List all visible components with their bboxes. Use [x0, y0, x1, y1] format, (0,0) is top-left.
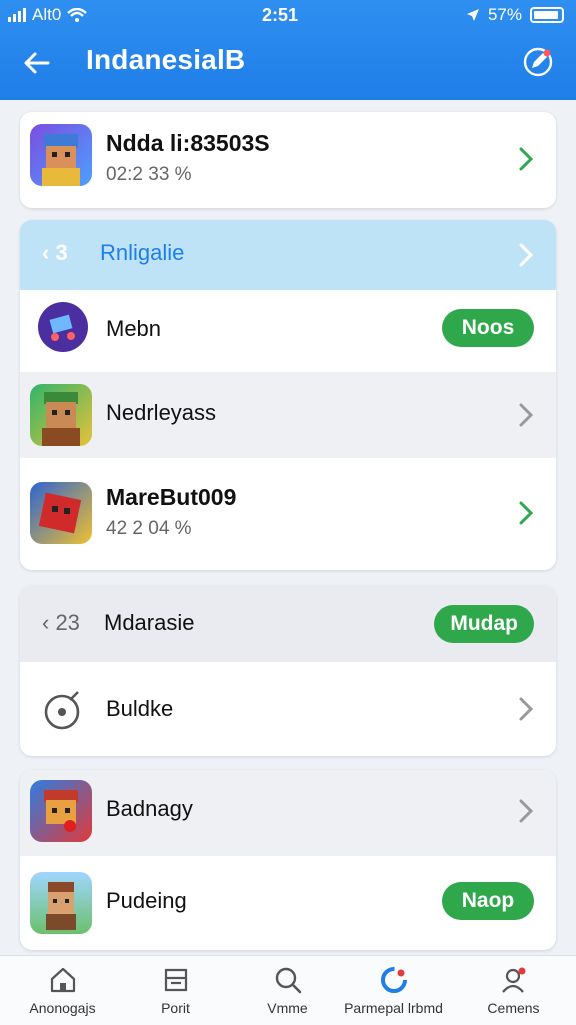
game-avatar-icon [30, 872, 92, 934]
section-title: Rnligalie [100, 240, 185, 265]
signal-icon [8, 8, 26, 22]
battery-icon [530, 7, 564, 23]
chevron-right-icon [519, 501, 534, 525]
section-header[interactable]: ‹ 23 Mdarasie Mudap [20, 586, 556, 662]
list-item[interactable]: MareBut009 42 2 04 % [20, 458, 556, 570]
list-item[interactable]: Badnagy [20, 770, 556, 856]
nav-item-people[interactable]: Cemens [456, 956, 571, 1025]
nav-label: Vmme [267, 1000, 308, 1016]
nav-item-inbox[interactable]: Porit [118, 956, 233, 1025]
cart-icon [38, 302, 88, 352]
list-item[interactable]: Pudeing Naop [20, 856, 556, 950]
chevron-right-icon [519, 243, 534, 267]
status-bar: Alt0 2:51 57% [0, 0, 576, 32]
nav-label: Cemens [487, 1000, 540, 1016]
nav-label: Parmepal lrbmd [344, 1000, 443, 1016]
item-title: Nedrleyass [106, 400, 217, 425]
game-avatar-icon [30, 124, 92, 186]
status-time: 2:51 [262, 5, 299, 25]
nav-item-home[interactable]: Anonogajs [5, 956, 120, 1025]
section-prefix: ‹ 3 [42, 240, 68, 265]
list-item[interactable]: Nedrleyass [20, 372, 556, 458]
item-title: Buldke [106, 696, 174, 721]
people-icon [502, 967, 526, 993]
group-card: ‹ 23 Mdarasie Mudap Buldke [20, 586, 556, 756]
nav-item-active[interactable]: Parmepal lrbmd [336, 956, 451, 1025]
page-title: IndanesialB [86, 44, 246, 75]
chevron-right-icon [519, 147, 534, 171]
action-button[interactable]: Noos [442, 309, 534, 347]
item-title: Ndda li:83503S [106, 130, 270, 156]
carrier-text: Alt0 [32, 5, 62, 24]
nav-label: Anonogajs [29, 1000, 96, 1016]
action-button[interactable]: Mudap [434, 605, 534, 643]
list-item[interactable]: Buldke [20, 662, 556, 756]
back-arrow-icon[interactable] [22, 48, 52, 78]
edit-icon[interactable] [522, 46, 554, 78]
status-left: Alt0 [8, 5, 88, 25]
game-avatar-icon [30, 384, 92, 446]
featured-card[interactable]: Ndda li:83503S 02:2 33 % [20, 112, 556, 208]
refresh-icon [381, 967, 407, 993]
battery-text: 57% [487, 5, 522, 24]
search-icon [275, 967, 302, 994]
action-button[interactable]: Naop [442, 882, 534, 920]
location-icon [466, 9, 479, 21]
section-title: Mdarasie [104, 610, 195, 635]
status-right: 57% [466, 5, 564, 25]
nav-item-search[interactable]: Vmme [230, 956, 345, 1025]
chevron-right-icon [519, 403, 534, 427]
app-header: Alt0 2:51 57% IndanesialB [0, 0, 576, 100]
item-title: Mebn [106, 316, 162, 341]
wifi-icon [67, 8, 88, 22]
item-subtitle: 02:2 33 % [106, 164, 192, 185]
game-avatar-icon [30, 482, 92, 544]
list-item[interactable]: Mebn Noos [20, 290, 556, 372]
section-header[interactable]: ‹ 3 Rnligalie [20, 220, 556, 290]
chevron-right-icon [519, 697, 534, 721]
group-card: Badnagy Pudeing Naop [20, 770, 556, 950]
bottom-nav: Anonogajs Porit Vmme Parmepal lrbmd Ceme… [0, 955, 576, 1025]
chevron-right-icon [519, 799, 534, 823]
settings-dial-icon [44, 691, 80, 730]
inbox-icon [164, 968, 188, 992]
item-title: Badnagy [106, 796, 193, 821]
item-subtitle: 42 2 04 % [106, 518, 192, 539]
item-title: Pudeing [106, 888, 187, 913]
section-prefix: ‹ 23 [42, 610, 80, 635]
group-card: ‹ 3 Rnligalie Mebn Noos Nedrleyass MareB… [20, 220, 556, 570]
item-title: MareBut009 [106, 484, 237, 510]
home-icon [50, 967, 76, 993]
list-item[interactable]: Ndda li:83503S 02:2 33 % [20, 112, 556, 208]
nav-label: Porit [161, 1000, 190, 1016]
game-avatar-icon [30, 780, 92, 842]
